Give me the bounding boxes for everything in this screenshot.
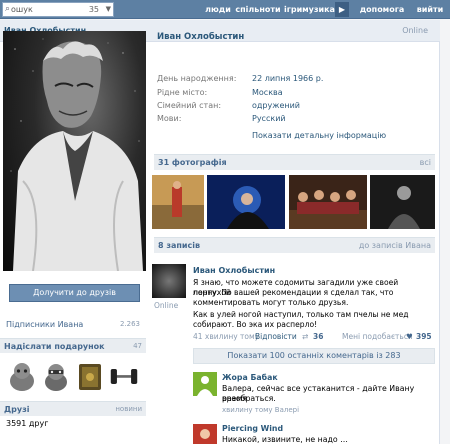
commenter-avatar-2[interactable] [193,424,217,444]
photo-thumb-2[interactable] [207,175,285,229]
show-comments-button[interactable]: Показати 100 останніх коментарів із 283 [193,348,435,364]
profile-photo-image [10,38,143,271]
friends-count-row: 3591 друг [0,418,146,432]
post-text-line-2: ленту. По вашей рекомендации я сделал та… [193,288,394,297]
friends-title: Друзі [4,405,30,414]
comment-text-1-line-2: разобраться. [222,394,276,403]
profile-name: Иван Охлобыстин [157,32,245,42]
nav-people[interactable]: люди [204,0,232,19]
wall-header[interactable]: 8 записів до записів Ивана [154,237,435,253]
post-shares: 36 [313,332,324,341]
friends-news-link[interactable]: новини [115,405,142,413]
search-icon: ⌕ [5,4,11,14]
info-key-hometown: Рідне місто: [157,88,208,97]
nav-communities[interactable]: спільноти [235,0,281,19]
gifts-header[interactable]: Надіслати подарунок 47 [0,338,146,353]
post-reply-link[interactable]: Відповісти [255,332,297,341]
photo-thumb-3[interactable] [289,175,367,229]
post-time[interactable]: 41 хвилину тому [193,332,259,341]
info-key-family: Сімейний стан: [157,101,222,110]
post-text-line-3: комментировать могут только друзья. [193,298,349,307]
gifts-title: Надіслати подарунок [4,342,105,351]
wall-link[interactable]: до записів Ивана [359,241,431,250]
gift-dumbbell-icon[interactable] [109,360,139,392]
nav-help[interactable]: допомога [359,0,405,19]
gifts-count: 47 [133,342,142,350]
gift-cat-icon[interactable] [7,360,37,392]
followers-row[interactable]: Підписники Ивана 2.263 [0,319,146,333]
post-text-line-4: Как в улей ногой наступил, только там пч… [193,310,409,319]
comment-author-1[interactable]: Жора Бабак [222,373,278,382]
wall-title: 8 записів [158,241,201,250]
nav-music[interactable]: музика [302,0,335,19]
top-navigation-bar: ⌕ ошук 35 ▼ люди спільноти ігри музика ▶… [0,0,450,19]
nav-logout[interactable]: вийти [415,0,445,19]
search-input[interactable]: ⌕ ошук 35 ▼ [2,2,114,17]
info-value-birthday[interactable]: 22 липня 1966 р. [252,74,323,83]
comment-author-2[interactable]: Piercing Wind [222,424,283,433]
post-avatar[interactable] [152,264,186,298]
share-icon[interactable]: ⇄ [302,332,308,341]
info-value-languages[interactable]: Русский [252,114,286,123]
post-author[interactable]: Иван Охлобыстин [193,266,275,275]
photos-title: 31 фотографія [158,158,227,167]
followers-count: 2.263 [119,320,140,328]
search-text: ошук [11,5,33,14]
post-like-label[interactable]: Мені подобається [342,332,413,341]
post-avatar-status: Online [154,301,179,310]
online-status: Online [402,26,428,35]
info-key-languages: Мови: [157,114,182,123]
friends-count: 3591 друг [6,419,49,428]
info-key-birthday: День народження: [157,74,237,83]
photos-all-link[interactable]: всі [420,158,431,167]
gift-safe-icon[interactable] [75,360,105,392]
gift-raccoon-icon[interactable] [41,360,71,392]
show-details-link[interactable]: Показати детальну інформацію [252,131,386,140]
gifts-list [5,360,145,396]
photo-thumb-1[interactable] [152,175,204,229]
photo-thumb-4[interactable] [370,175,435,229]
profile-photo[interactable] [3,31,146,271]
search-count: 35 [88,5,99,14]
add-friend-button[interactable]: Долучити до друзів [9,284,140,302]
info-value-family[interactable]: одружений [252,101,300,110]
commenter-avatar-1[interactable] [193,372,217,396]
comment-text-2-line-1: Никакой, извините, не надо … [222,435,348,444]
post-text-line-5: собирают. Во эка их расперло! [193,320,318,329]
post-likes: 395 [416,332,432,341]
chevron-down-icon[interactable]: ▼ [106,5,111,13]
heart-icon[interactable]: ♥ [406,332,413,341]
friends-header[interactable]: Друзі новини [0,401,146,416]
followers-label: Підписники Ивана [6,320,84,329]
nav-games[interactable]: ігри [284,0,302,19]
photos-header[interactable]: 31 фотографія всі [154,154,435,170]
play-icon[interactable]: ▶ [335,2,349,17]
comment-time-1[interactable]: хвилину тому Валері [222,406,299,414]
info-value-hometown[interactable]: Москва [252,88,283,97]
